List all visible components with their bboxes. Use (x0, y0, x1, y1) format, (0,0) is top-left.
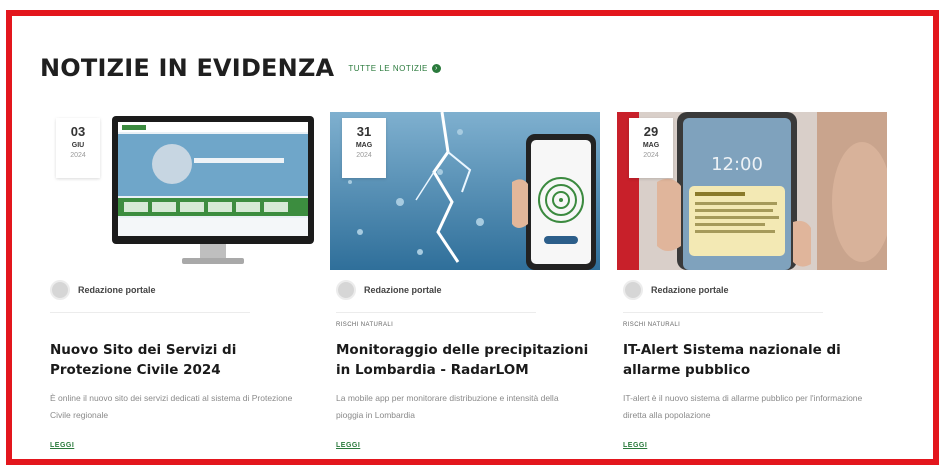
news-card[interactable]: 31 MAG 2024 Redazione portale RISCHI NAT… (330, 112, 600, 452)
author-name: Redazione portale (364, 285, 442, 295)
section-title: NOTIZIE IN EVIDENZA (40, 54, 335, 82)
date-year: 2024 (643, 152, 659, 159)
date-day: 31 (356, 124, 372, 139)
divider (50, 312, 250, 313)
news-description: La mobile app per monitorare distribuzio… (336, 393, 559, 420)
date-year: 2024 (356, 152, 372, 159)
author-name: Redazione portale (78, 285, 156, 295)
arrow-right-circle-icon: › (431, 63, 441, 73)
date-badge: 29 MAG 2024 (629, 118, 673, 178)
date-month: MAG (642, 142, 660, 149)
news-section-frame: NOTIZIE IN EVIDENZA TUTTE LE NOTIZIE › 0… (6, 10, 939, 465)
date-year: 2024 (70, 152, 86, 159)
read-more-link[interactable]: LEGGI (623, 442, 647, 449)
all-news-link[interactable]: TUTTE LE NOTIZIE › (348, 63, 441, 73)
avatar (50, 280, 70, 300)
author-row: Redazione portale (50, 280, 156, 300)
date-badge: 03 GIU 2024 (56, 118, 100, 178)
date-day: 03 (70, 124, 86, 139)
date-month: GIU (71, 142, 85, 149)
news-card[interactable]: 03 GIU 2024 Redazione portale Nuovo Sito… (44, 112, 314, 452)
category-label: RISCHI NATURALI (336, 322, 394, 328)
news-description: È online il nuovo sito dei servizi dedic… (50, 393, 293, 420)
divider (336, 312, 536, 313)
category-label: RISCHI NATURALI (623, 322, 681, 328)
read-more-link[interactable]: LEGGI (50, 442, 74, 449)
news-image[interactable]: 31 MAG 2024 (330, 112, 600, 270)
news-title[interactable]: IT-Alert Sistema nazionale di allarme pu… (623, 340, 885, 380)
news-title[interactable]: Nuovo Sito dei Servizi di Protezione Civ… (50, 340, 312, 380)
all-news-label: TUTTE LE NOTIZIE (348, 63, 428, 73)
svg-text:12:00: 12:00 (711, 154, 763, 175)
avatar (623, 280, 643, 300)
news-description: IT-alert è il nuovo sistema di allarme p… (623, 393, 863, 420)
section-header: NOTIZIE IN EVIDENZA TUTTE LE NOTIZIE › (40, 54, 441, 82)
date-day: 29 (643, 124, 659, 139)
author-name: Redazione portale (651, 285, 729, 295)
news-card[interactable]: 12:00 29 MAG 2024 Redazione portale RISC… (617, 112, 887, 452)
news-title[interactable]: Monitoraggio delle precipitazioni in Lom… (336, 340, 598, 380)
author-row: Redazione portale (336, 280, 442, 300)
read-more-link[interactable]: LEGGI (336, 442, 360, 449)
news-image[interactable]: 12:00 29 MAG 2024 (617, 112, 887, 270)
date-badge: 31 MAG 2024 (342, 118, 386, 178)
news-image[interactable]: 03 GIU 2024 (44, 112, 314, 270)
divider (623, 312, 823, 313)
date-month: MAG (355, 142, 373, 149)
author-row: Redazione portale (623, 280, 729, 300)
avatar (336, 280, 356, 300)
